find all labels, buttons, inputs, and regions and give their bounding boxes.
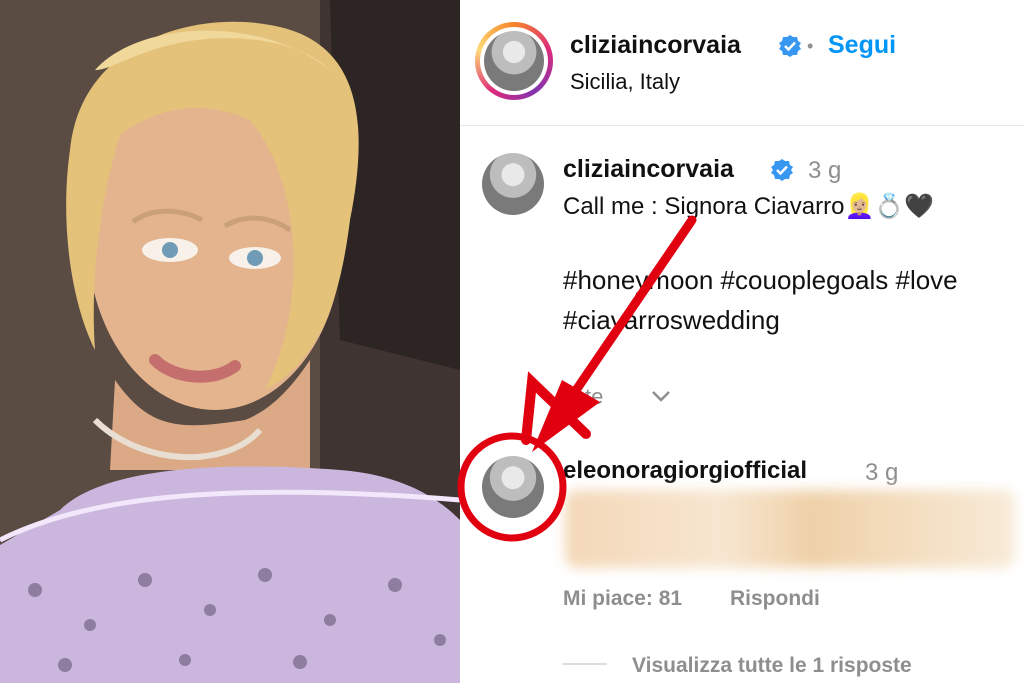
- verified-badge-icon: [779, 35, 801, 57]
- chevron-down-icon[interactable]: [650, 388, 672, 404]
- reply-button[interactable]: Rispondi: [730, 587, 820, 611]
- comment-username[interactable]: eleonoragiorgiofficial: [563, 457, 807, 485]
- story-ring[interactable]: [475, 22, 553, 100]
- comment-author-avatar[interactable]: [482, 456, 544, 518]
- hashtags-line-1[interactable]: #honeymoon #couoplegoals #love: [563, 260, 958, 300]
- follow-button[interactable]: Segui: [828, 31, 896, 60]
- comment-time: 3 g: [865, 459, 899, 486]
- post-caption: Call me : Signora Ciavarro👱🏼‍♀️💍🖤: [563, 193, 935, 220]
- header-username[interactable]: cliziaincorvaia: [570, 31, 741, 60]
- location-label[interactable]: Sicilia, Italy: [570, 69, 680, 95]
- post-author-avatar[interactable]: [482, 153, 544, 215]
- selfie-photo: [0, 0, 460, 683]
- profile-avatar[interactable]: [484, 31, 544, 91]
- header-separator: •: [807, 36, 814, 56]
- instagram-post-panel: cliziaincorvaia • Segui Sicilia, Italy c…: [460, 0, 1024, 683]
- blurred-comment-text: [565, 490, 1015, 568]
- view-replies-button[interactable]: Visualizza tutte le 1 risposte: [632, 654, 912, 678]
- selfie-image: [0, 0, 460, 683]
- post-header: cliziaincorvaia • Segui Sicilia, Italy: [460, 0, 1024, 126]
- comment-like-count: Mi piace: 81: [563, 587, 683, 610]
- post-time: 3 g: [808, 157, 842, 184]
- verified-badge-icon: [771, 159, 793, 181]
- hashtags-line-2[interactable]: #ciavarroswedding: [563, 300, 780, 340]
- translation-toggle[interactable]: D te: [563, 384, 603, 410]
- replies-divider: [563, 663, 607, 665]
- post-username[interactable]: cliziaincorvaia: [563, 155, 734, 184]
